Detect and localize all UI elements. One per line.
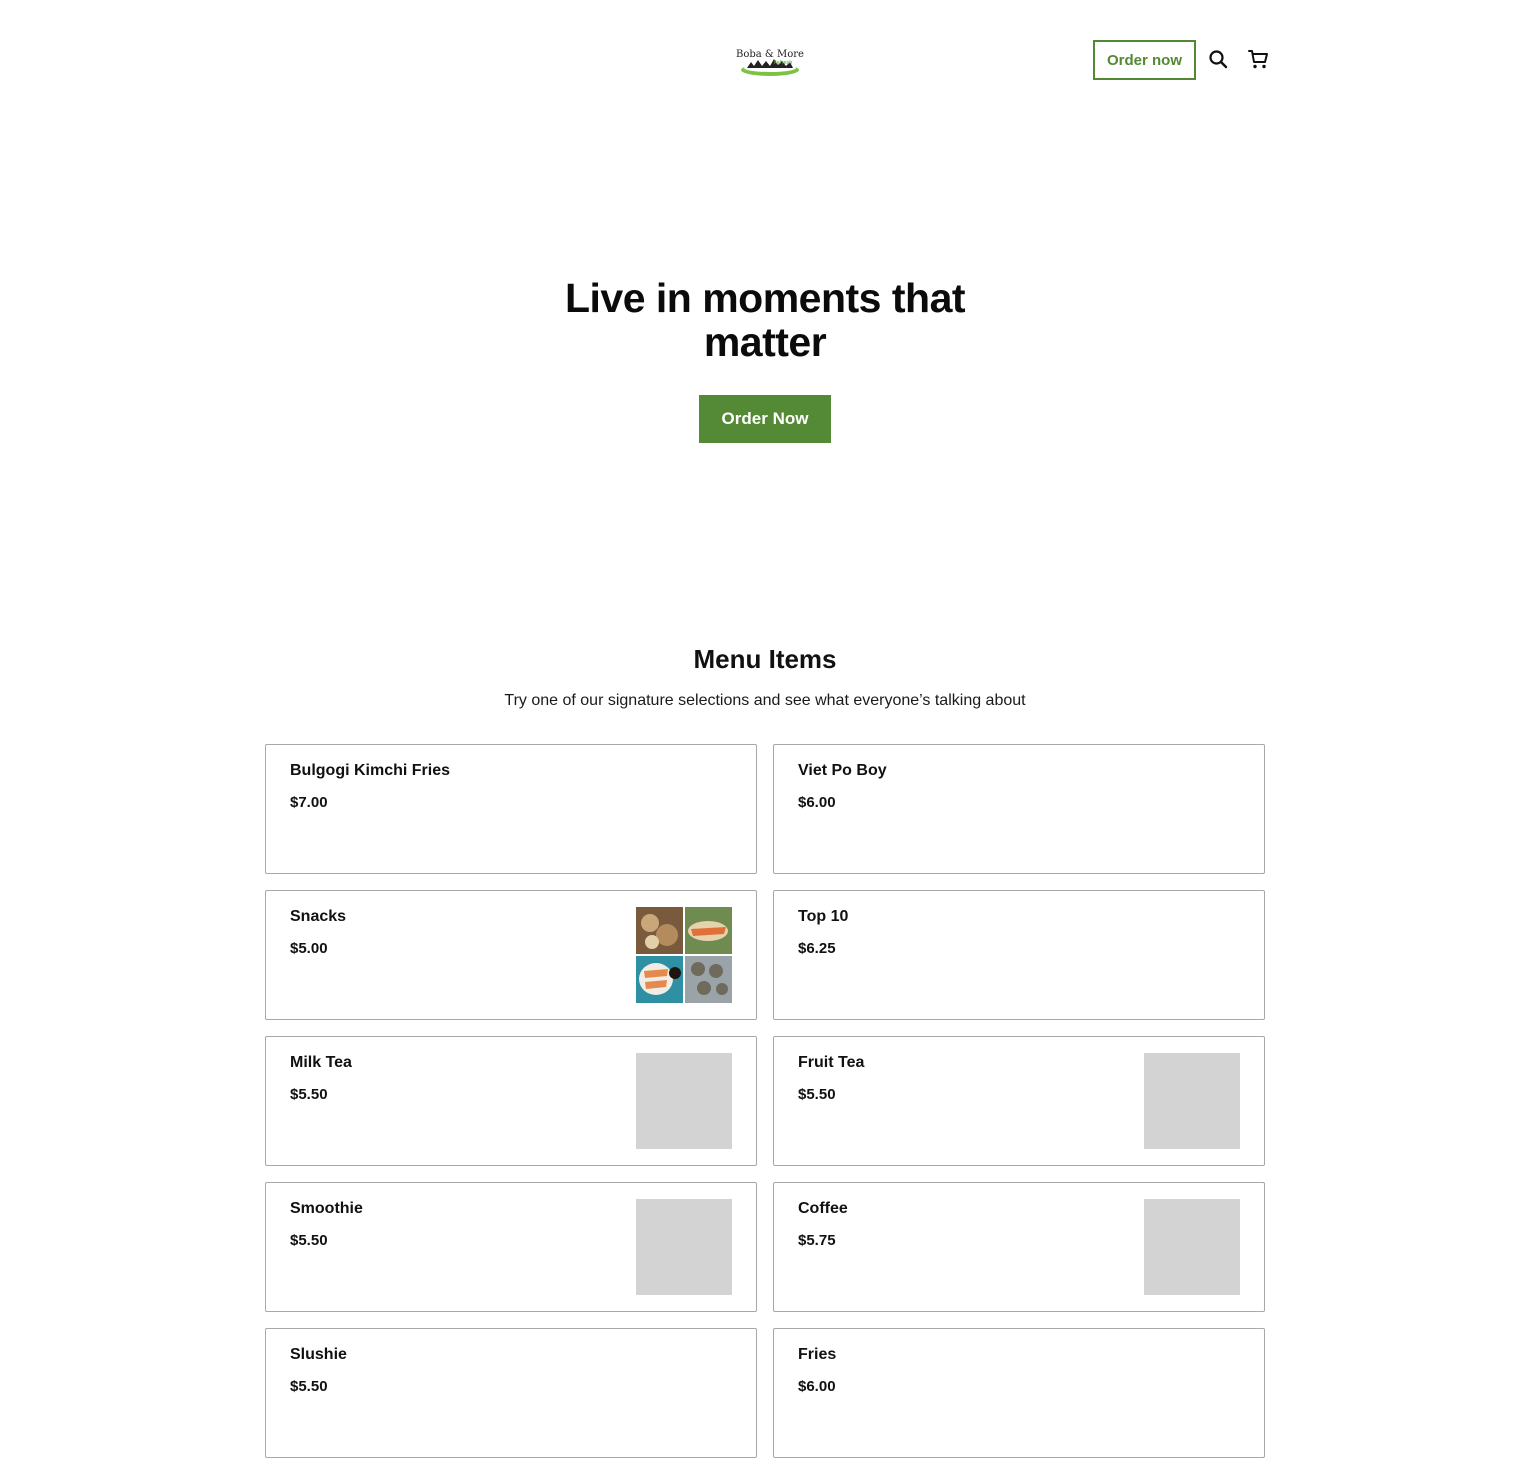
menu-item-card[interactable]: Smoothie $5.50	[265, 1182, 757, 1312]
menu-item-card[interactable]: Fries $6.00	[773, 1328, 1265, 1458]
image-placeholder	[1144, 1053, 1240, 1149]
menu-items-grid: Bulgogi Kimchi Fries $7.00 Viet Po Boy $…	[265, 744, 1265, 1458]
menu-item-card[interactable]: Milk Tea $5.50	[265, 1036, 757, 1166]
menu-item-name: Smoothie	[290, 1200, 363, 1217]
food-collage-photo	[636, 907, 732, 1003]
image-placeholder	[636, 1199, 732, 1295]
menu-item-price: $7.00	[290, 794, 328, 811]
menu-section-subtitle: Try one of our signature selections and …	[504, 692, 1026, 709]
menu-item-name: Fruit Tea	[798, 1054, 865, 1071]
image-placeholder	[1144, 1199, 1240, 1295]
menu-item-card[interactable]: Snacks $5.00	[265, 890, 757, 1020]
cart-icon[interactable]	[1246, 47, 1270, 71]
menu-item-name: Milk Tea	[290, 1054, 352, 1071]
svg-text:Refresh: Refresh	[774, 60, 793, 66]
menu-item-price: $5.00	[290, 940, 328, 957]
hero-order-button[interactable]: Order Now	[699, 395, 831, 443]
menu-item-price: $5.50	[290, 1232, 328, 1249]
menu-item-price: $6.00	[798, 794, 836, 811]
menu-item-price: $5.50	[290, 1086, 328, 1103]
boba-and-more-logo[interactable]: Boba & More Refresh	[735, 42, 805, 80]
menu-item-price: $6.00	[798, 1378, 836, 1395]
menu-item-name: Snacks	[290, 908, 347, 925]
menu-item-name: Fries	[798, 1346, 837, 1363]
menu-item-name: Viet Po Boy	[798, 762, 887, 779]
menu-item-name: Top 10	[798, 908, 849, 925]
menu-item-price: $6.25	[798, 940, 836, 957]
menu-item-name: Bulgogi Kimchi Fries	[290, 762, 451, 779]
menu-item-card[interactable]: Coffee $5.75	[773, 1182, 1265, 1312]
hero-title: Live in moments that matter	[564, 275, 966, 365]
search-icon[interactable]	[1206, 47, 1230, 71]
menu-item-card[interactable]: Fruit Tea $5.50	[773, 1036, 1265, 1166]
svg-text:Boba & More: Boba & More	[736, 49, 804, 60]
menu-item-name: Slushie	[290, 1346, 347, 1363]
menu-section-title: Menu Items	[693, 644, 837, 674]
menu-item-card[interactable]: Bulgogi Kimchi Fries $7.00	[265, 744, 757, 874]
menu-item-name: Coffee	[798, 1200, 848, 1217]
header-order-button[interactable]: Order now	[1093, 40, 1196, 80]
menu-item-card[interactable]: Viet Po Boy $6.00	[773, 744, 1265, 874]
menu-item-price: $5.75	[798, 1232, 836, 1249]
menu-item-card[interactable]: Top 10 $6.25	[773, 890, 1265, 1020]
menu-item-price: $5.50	[290, 1378, 328, 1395]
site-header: Boba & More Refresh Order now	[0, 0, 1530, 120]
menu-item-card[interactable]: Slushie $5.50	[265, 1328, 757, 1458]
image-placeholder	[636, 1053, 732, 1149]
menu-item-price: $5.50	[798, 1086, 836, 1103]
